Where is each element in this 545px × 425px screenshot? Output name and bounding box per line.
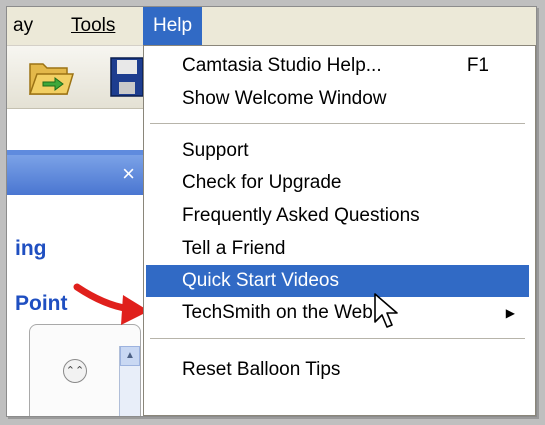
menu-item-techsmith-web[interactable]: TechSmith on the Web ▶ xyxy=(146,297,529,329)
menu-item-camtasia-help[interactable]: Camtasia Studio Help... F1 xyxy=(146,50,529,82)
menu-item-quick-start-videos[interactable]: Quick Start Videos xyxy=(146,265,529,297)
vertical-scrollbar[interactable]: ▲ xyxy=(119,346,140,416)
task-link-recording[interactable]: ing xyxy=(15,237,47,261)
menu-item-tell-friend[interactable]: Tell a Friend xyxy=(146,233,529,265)
menu-tools-label: Tools xyxy=(71,15,116,36)
task-link-powerpoint[interactable]: Point xyxy=(15,292,68,316)
red-arrow-icon xyxy=(73,283,149,325)
menu-item-reset-balloon[interactable]: Reset Balloon Tips xyxy=(146,354,529,386)
folder-open-icon[interactable] xyxy=(27,54,75,100)
screenshot-frame: ay Tools Help × ing Point ⌃⌃ ▲ Camtasia … xyxy=(6,6,537,417)
scroll-up-arrow-icon[interactable]: ▲ xyxy=(120,346,140,366)
task-panel-header: × xyxy=(7,155,147,195)
menu-item-label: TechSmith on the Web xyxy=(182,302,373,323)
submenu-arrow-icon: ▶ xyxy=(505,306,515,320)
menu-help[interactable]: Help xyxy=(143,7,203,45)
menu-item-show-welcome[interactable]: Show Welcome Window xyxy=(146,83,529,115)
menu-item-faq[interactable]: Frequently Asked Questions xyxy=(146,200,529,232)
mouse-cursor-icon xyxy=(374,293,398,328)
help-menu: Camtasia Studio Help... F1 Show Welcome … xyxy=(143,45,536,416)
menu-separator xyxy=(150,338,525,339)
menu-item-support[interactable]: Support xyxy=(146,135,529,167)
shortcut-label: F1 xyxy=(466,55,489,76)
menu-item-check-upgrade[interactable]: Check for Upgrade xyxy=(146,167,529,199)
menu-tools[interactable]: Tools xyxy=(71,7,115,45)
menu-view-partial[interactable]: ay xyxy=(13,7,33,45)
menu-bar: ay Tools Help xyxy=(7,7,536,46)
menu-separator xyxy=(150,123,525,124)
close-icon[interactable]: × xyxy=(122,161,135,187)
menu-item-label: Camtasia Studio Help... xyxy=(182,55,382,76)
save-disk-icon[interactable] xyxy=(109,56,143,98)
collapse-chevron-icon[interactable]: ⌃⌃ xyxy=(63,359,87,383)
